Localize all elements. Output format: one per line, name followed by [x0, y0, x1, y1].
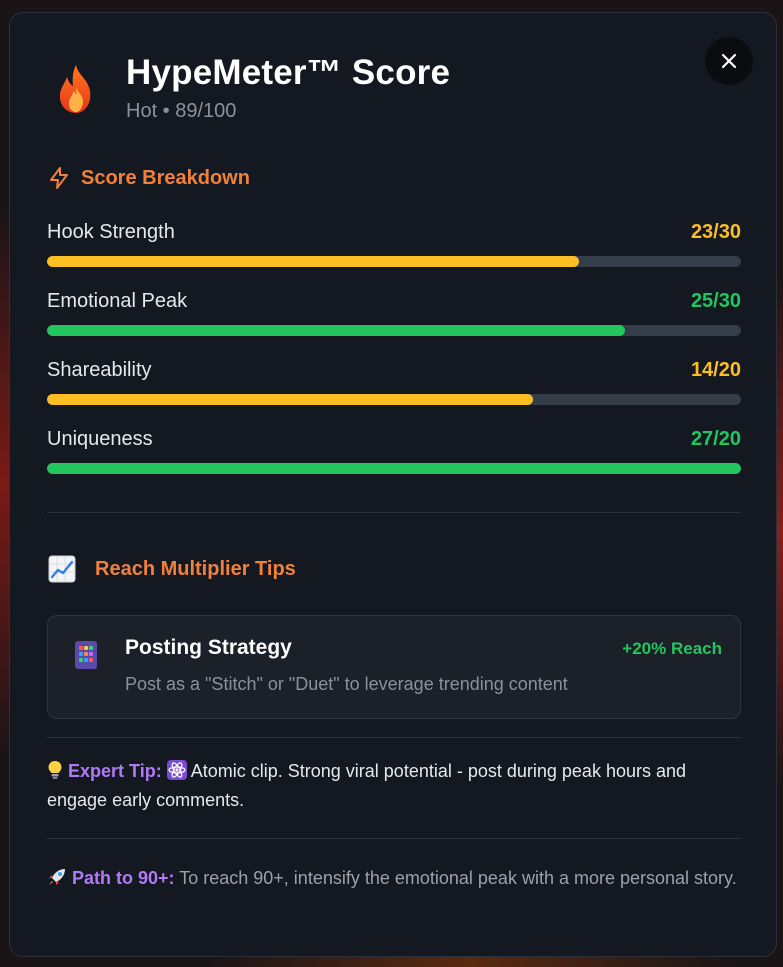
metric-value: 23/30: [690, 221, 741, 243]
metric-track: [47, 463, 741, 474]
metric-uniqueness: Uniqueness 27/20: [47, 428, 741, 474]
metric-fill: [47, 463, 741, 474]
hypemeter-modal: HypeMeter™ Score Hot • 89/100 Score Brea…: [9, 12, 777, 957]
metric-fill: [47, 256, 580, 267]
metric-name: Uniqueness: [47, 428, 153, 450]
modal-title: HypeMeter™ Score: [126, 53, 451, 92]
expert-tip-label: Expert Tip:: [68, 761, 162, 781]
close-icon: [721, 53, 737, 69]
metric-emotional-peak: Emotional Peak 25/30: [47, 290, 741, 336]
metric-name: Hook Strength: [47, 221, 175, 243]
metric-name: Shareability: [47, 359, 152, 381]
section-label: Score Breakdown: [81, 166, 250, 189]
close-button[interactable]: [705, 37, 753, 85]
metric-value: 14/20: [690, 359, 741, 381]
atom-icon: [166, 760, 187, 780]
expert-tip: Expert Tip: Atomic clip. Strong viral po…: [47, 757, 747, 815]
rocket-icon: [49, 869, 65, 885]
section-divider: [47, 737, 741, 738]
score-subtitle: Hot • 89/100: [126, 100, 237, 122]
chart-increasing-icon: [48, 555, 76, 583]
metric-fill: [47, 325, 626, 336]
metric-shareability: Shareability 14/20: [47, 359, 741, 405]
posting-strategy-card[interactable]: Posting Strategy +20% Reach Post as a "S…: [47, 615, 741, 719]
metric-track: [47, 394, 741, 405]
metric-name: Emotional Peak: [47, 290, 188, 312]
path-text: To reach 90+, intensify the emotional pe…: [179, 868, 737, 888]
reach-tips-heading: Reach Multiplier Tips: [47, 554, 296, 584]
lightbulb-icon: [48, 761, 62, 779]
lightning-icon: [50, 167, 68, 189]
section-label: Reach Multiplier Tips: [95, 557, 296, 580]
metric-track: [47, 325, 741, 336]
metric-value: 27/20: [690, 428, 741, 450]
metric-track: [47, 256, 741, 267]
metric-value: 25/30: [690, 290, 741, 312]
reach-badge: +20% Reach: [622, 639, 722, 658]
section-divider: [47, 838, 741, 839]
calculator-icon: [75, 641, 97, 669]
card-title: Posting Strategy: [125, 636, 292, 659]
path-label: Path to 90+:: [72, 868, 175, 888]
fire-icon: [59, 65, 91, 113]
path-to-90: Path to 90+: To reach 90+, intensify the…: [47, 864, 747, 893]
metric-fill: [47, 394, 533, 405]
card-description: Post as a "Stitch" or "Duet" to leverage…: [125, 674, 568, 694]
metric-hook-strength: Hook Strength 23/30: [47, 221, 741, 267]
section-divider: [47, 512, 741, 513]
score-breakdown-heading: Score Breakdown: [47, 166, 250, 190]
